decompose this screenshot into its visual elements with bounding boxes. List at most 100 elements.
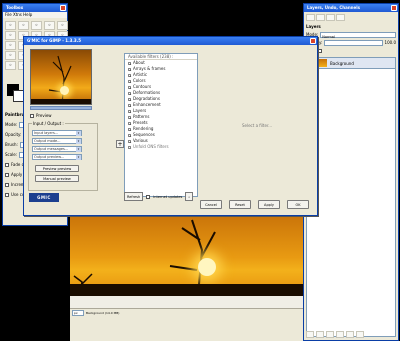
gmic-logo: GMIC <box>29 193 59 202</box>
expand-icon[interactable]: + <box>128 109 132 113</box>
filter-category-item[interactable]: + Unfold ONS filters <box>125 144 197 150</box>
apply-button[interactable]: Apply <box>258 200 280 209</box>
scissors-icon[interactable]: ◦ <box>5 31 16 40</box>
expand-icon[interactable]: + <box>128 85 132 89</box>
expand-icon[interactable]: + <box>128 139 132 143</box>
output-preview-value: Output preview... <box>34 155 65 159</box>
rect-select-icon[interactable]: ◦ <box>5 21 16 30</box>
expand-icon[interactable]: + <box>128 73 132 77</box>
lock-checkbox[interactable] <box>318 48 323 53</box>
input-layers-select[interactable]: Input layers... ▾ <box>32 130 82 136</box>
anchor-layer-button[interactable] <box>346 331 354 338</box>
preview-ground <box>31 99 91 104</box>
close-icon[interactable] <box>60 5 66 11</box>
output-messages-value: Output messages... <box>34 147 69 151</box>
blend-icon[interactable]: ◦ <box>5 61 16 70</box>
ellipse-select-icon[interactable]: ◦ <box>18 21 29 30</box>
toolbox-title: Toolbox <box>6 5 24 10</box>
lower-layer-button[interactable] <box>326 331 334 338</box>
layer-thumbnail <box>317 59 327 67</box>
layer-opacity-value[interactable]: 100.0 <box>385 39 396 46</box>
layers-titlebar[interactable]: Layers, Undo, Channels <box>304 4 398 12</box>
expand-icon[interactable]: + <box>128 79 132 83</box>
add-fave-button[interactable]: + <box>116 140 124 148</box>
ok-button[interactable]: OK <box>287 200 309 209</box>
expand-icon[interactable]: + <box>128 127 132 131</box>
filter-category-label: Unfold ONS filters <box>133 144 169 149</box>
layer-opacity-slider[interactable] <box>324 39 383 46</box>
expand-icon[interactable]: + <box>128 97 132 101</box>
mode-label: Mode: <box>5 122 18 127</box>
expand-icon[interactable]: + <box>128 91 132 95</box>
color-select-icon[interactable]: ◦ <box>57 21 68 30</box>
close-icon[interactable] <box>310 38 316 44</box>
refresh-button[interactable]: Refresh <box>124 192 144 201</box>
layer-list[interactable] <box>306 69 396 337</box>
fuzzy-select-icon[interactable]: ◦ <box>44 21 55 30</box>
tab-channels[interactable] <box>316 14 325 21</box>
move-icon[interactable]: ◦ <box>5 41 16 50</box>
expand-icon[interactable]: + <box>128 121 132 125</box>
chevron-down-icon: ▾ <box>76 147 81 152</box>
expand-icon[interactable]: + <box>128 145 132 149</box>
reset-button[interactable]: Reset <box>229 200 251 209</box>
image-statusbar: px Background (14.0 MB) <box>70 308 310 317</box>
select-filter-message: Select a filter... <box>241 123 273 128</box>
tab-layers[interactable] <box>306 14 315 21</box>
filter-list[interactable]: Available filters (238) : + About + Arrays … <box>124 53 198 197</box>
preview-checkbox-label: Preview <box>36 113 52 118</box>
gmic-title: G'MIC for GIMP - 1.3.3.5 <box>27 38 81 43</box>
status-text: Background (14.0 MB) <box>86 311 120 315</box>
duplicate-layer-button[interactable] <box>336 331 344 338</box>
gmic-titlebar[interactable]: G'MIC for GIMP - 1.3.3.5 <box>24 37 317 45</box>
tab-paths[interactable] <box>326 14 335 21</box>
close-icon[interactable] <box>391 5 397 11</box>
layer-name: Background <box>330 60 354 66</box>
ground <box>70 284 306 296</box>
gradient-checkbox[interactable] <box>5 193 9 197</box>
chevron-down-icon: ▾ <box>76 139 81 144</box>
preview-zoom-bar[interactable] <box>30 106 92 110</box>
incremental-checkbox[interactable] <box>5 183 9 187</box>
search-button[interactable]: ⌕ <box>185 192 194 201</box>
preview-image[interactable] <box>30 49 92 105</box>
internet-updates-label: Internet updates <box>153 194 183 199</box>
internet-updates-checkbox[interactable] <box>146 194 151 199</box>
image-canvas[interactable] <box>70 210 306 296</box>
cancel-button[interactable]: Cancel <box>200 200 222 209</box>
layers-title: Layers, Undo, Channels <box>307 5 360 10</box>
output-mode-value: Output mode... <box>34 139 61 143</box>
input-output-frame: Input / Output : Input layers... ▾ Output… <box>28 121 98 191</box>
preview-checkbox[interactable] <box>30 113 34 118</box>
output-messages-select[interactable]: Output messages... ▾ <box>32 146 82 152</box>
brush-label: Brush: <box>5 142 18 147</box>
preview-sun <box>60 86 69 95</box>
lasso-icon[interactable]: ◦ <box>31 21 42 30</box>
expand-icon[interactable]: + <box>128 103 132 107</box>
new-layer-button[interactable] <box>306 331 314 338</box>
gmic-dialog: G'MIC for GIMP - 1.3.3.5 Preview Input /… <box>23 36 318 216</box>
expand-icon[interactable]: + <box>128 115 132 119</box>
output-mode-select[interactable]: Output mode... ▾ <box>32 138 82 144</box>
search-icon: ⌕ <box>188 195 191 199</box>
jitter-checkbox[interactable] <box>5 173 9 177</box>
expand-icon[interactable]: + <box>128 61 132 65</box>
raise-layer-button[interactable] <box>316 331 324 338</box>
fade-checkbox[interactable] <box>5 163 9 167</box>
unit-select[interactable]: px <box>72 310 84 316</box>
chevron-down-icon: ▾ <box>76 131 81 136</box>
expand-icon[interactable]: + <box>128 133 132 137</box>
shear-icon[interactable]: ◦ <box>5 51 16 60</box>
preview-preview-button[interactable]: Preview preview <box>35 165 79 172</box>
io-title: Input / Output : <box>32 121 65 126</box>
toolbox-titlebar[interactable]: Toolbox <box>3 4 67 12</box>
delete-layer-button[interactable] <box>356 331 364 338</box>
layers-tab-label: Layers <box>306 24 321 29</box>
output-preview-select[interactable]: Output preview... ▾ <box>32 154 82 160</box>
tab-undo[interactable] <box>336 14 345 21</box>
layer-row[interactable]: Background <box>306 57 396 69</box>
toolbox-menubar[interactable]: File Xtns Help <box>3 12 67 18</box>
layer-mode-select[interactable]: Normal <box>320 31 396 39</box>
manual-preview-button[interactable]: Manual preview <box>35 175 79 182</box>
expand-icon[interactable]: + <box>128 67 132 71</box>
